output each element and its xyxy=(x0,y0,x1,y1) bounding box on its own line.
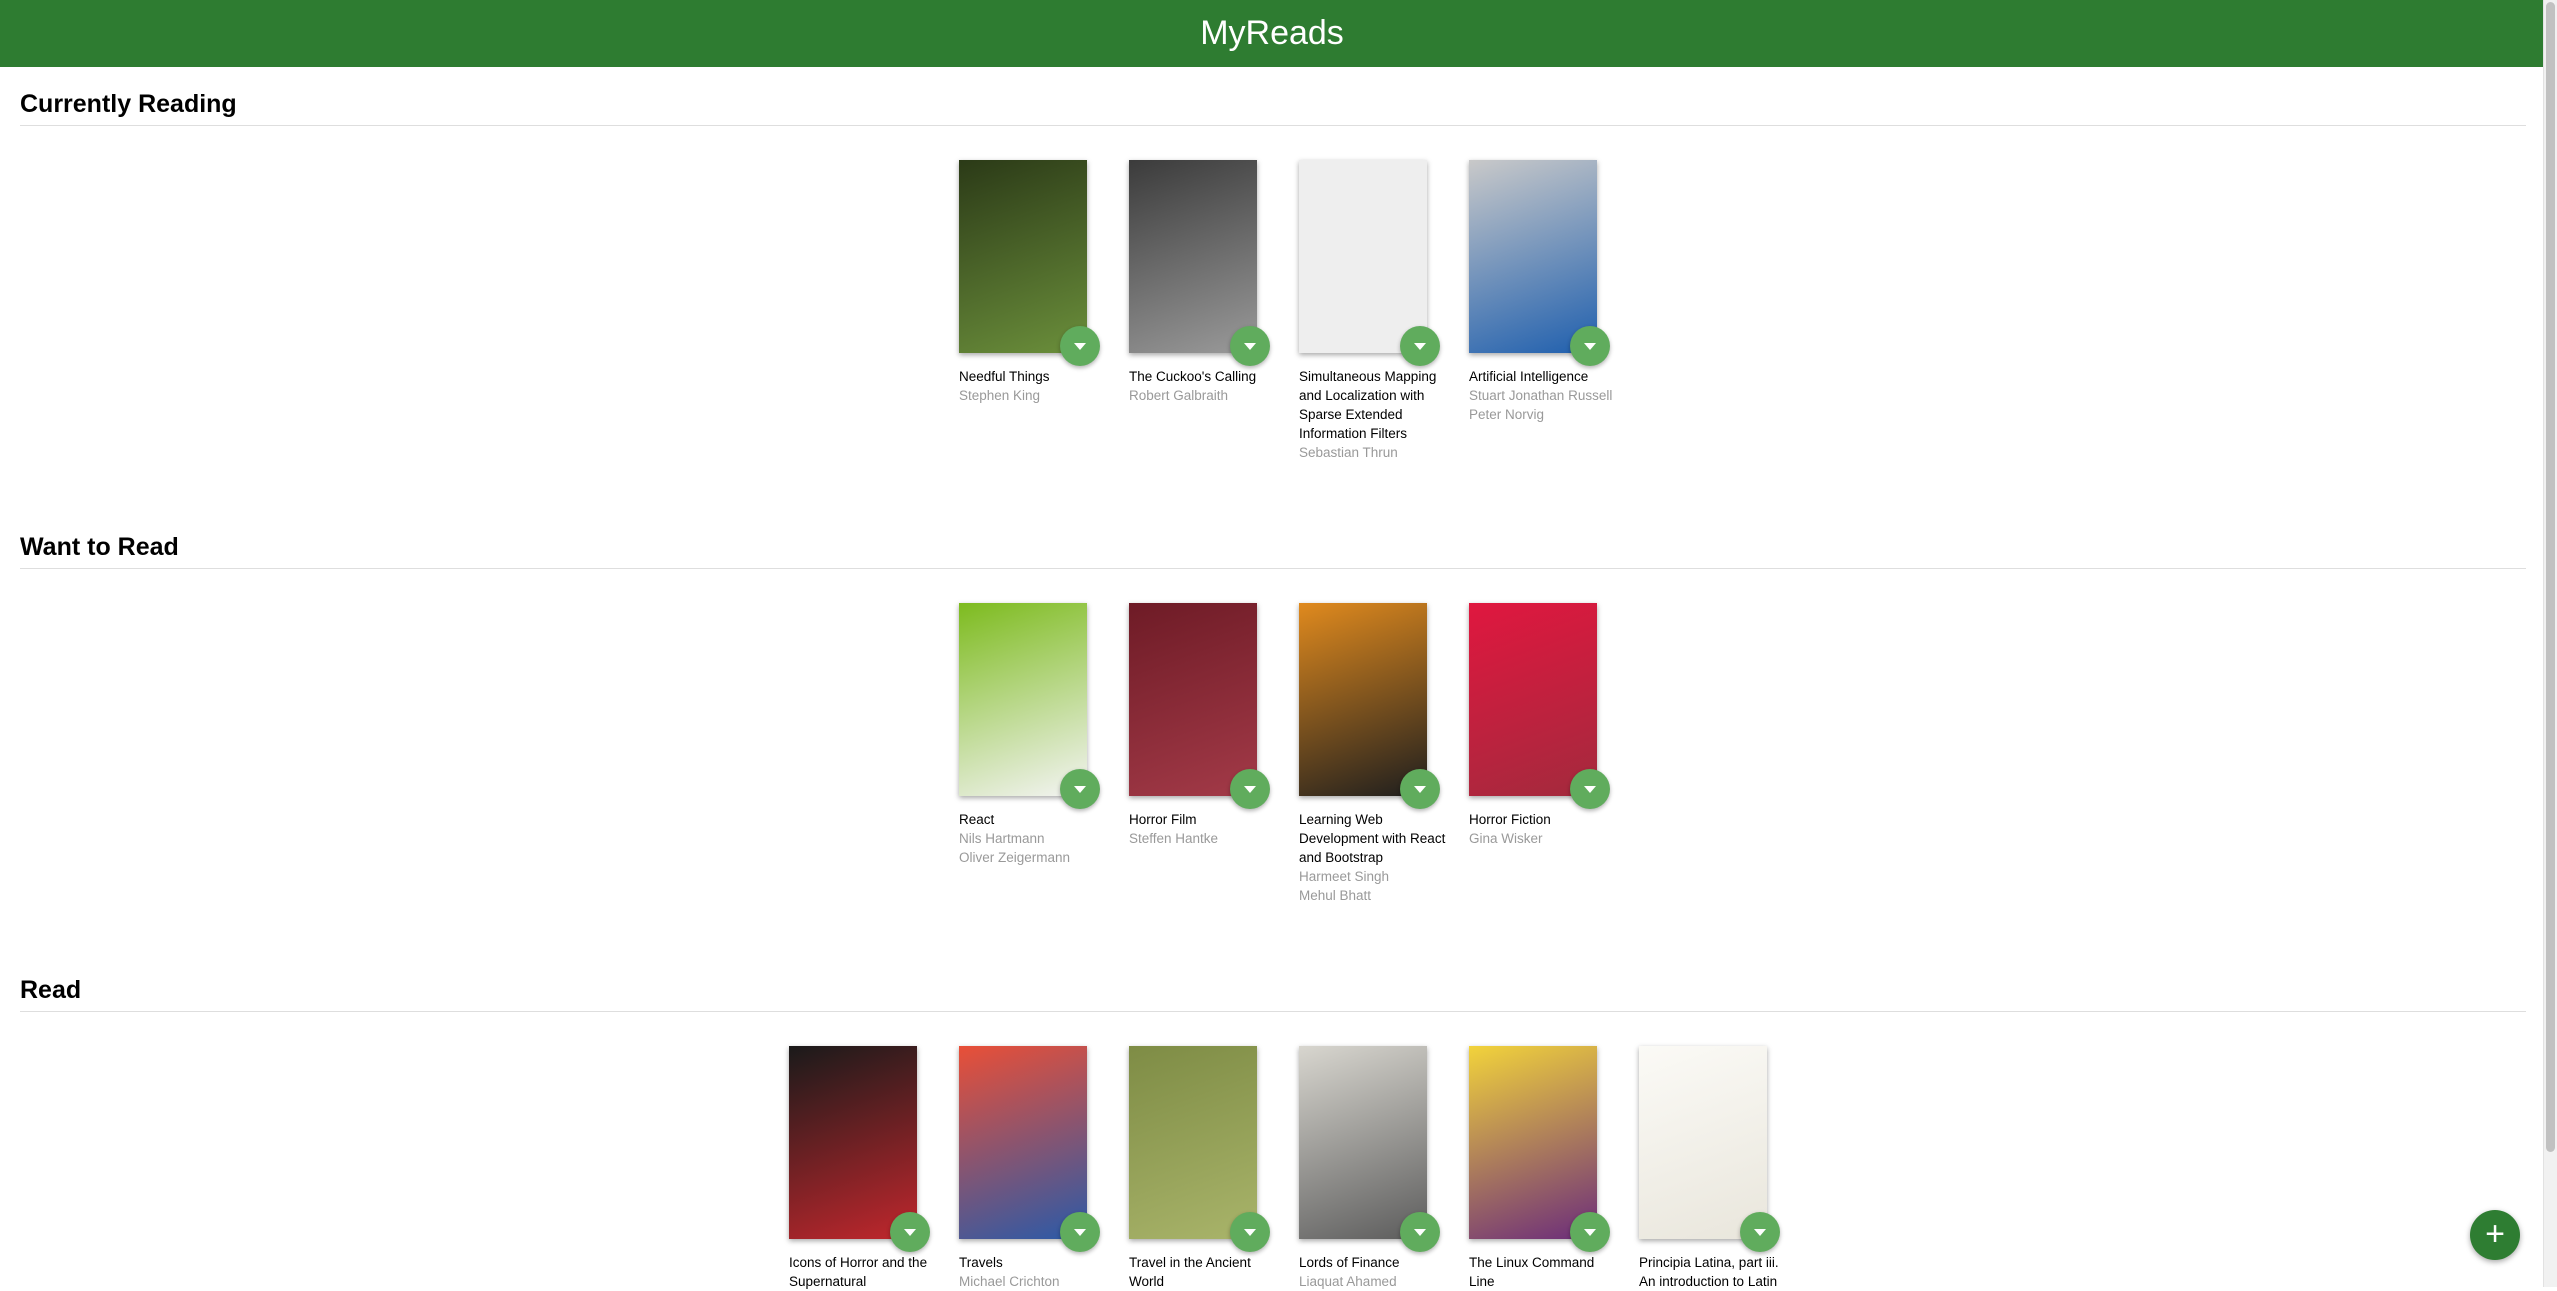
triangle-down-icon xyxy=(904,1228,916,1236)
book-title-text: Principia Latina, part iii. An introduct… xyxy=(1639,1255,1779,1289)
book-title-text: Horror Fiction xyxy=(1469,812,1551,827)
book-cover xyxy=(959,603,1087,796)
book-author: Stuart Jonathan Russell xyxy=(1469,388,1613,403)
app-header: MyReads xyxy=(0,0,2544,67)
book-author: Steffen Hantke xyxy=(1129,831,1219,846)
book-title-text: Needful Things xyxy=(959,369,1050,384)
triangle-down-icon xyxy=(1584,785,1596,793)
triangle-down-icon xyxy=(1754,1228,1766,1236)
book-author: Mehul Bhatt xyxy=(1299,888,1372,903)
book-title-text: React xyxy=(959,812,995,827)
book-title-text: The Linux Command Line xyxy=(1469,1255,1595,1289)
triangle-down-icon xyxy=(1414,785,1426,793)
book-title-text: The Cuckoo's Calling xyxy=(1129,369,1257,384)
book-title: Simultaneous Mapping and Localization wi… xyxy=(1299,367,1451,462)
book-shelf-changer[interactable] xyxy=(1400,326,1440,366)
bookshelf: Read Icons of Horror and the Supernatural… xyxy=(20,976,2526,1289)
bookshelf: Currently Reading Needful Things Stephen K… xyxy=(20,90,2526,460)
book-author: Robert Galbraith xyxy=(1129,388,1229,403)
book-author: Stephen King xyxy=(959,388,1041,403)
book-shelf-changer[interactable] xyxy=(1740,1212,1780,1252)
book-shelf-changer[interactable] xyxy=(1400,769,1440,809)
triangle-down-icon xyxy=(1074,1228,1086,1236)
book-title: Travels Michael Crichton xyxy=(959,1253,1111,1291)
triangle-down-icon xyxy=(1074,785,1086,793)
book-title-text: Simultaneous Mapping and Localization wi… xyxy=(1299,369,1437,441)
triangle-down-icon xyxy=(1244,785,1256,793)
book-cover xyxy=(1639,1046,1767,1239)
book-title: Travel in the Ancient World xyxy=(1129,1253,1281,1291)
triangle-down-icon xyxy=(1414,342,1426,350)
book-title: Horror Film Steffen Hantke xyxy=(1129,810,1281,848)
book-title-text: Artificial Intelligence xyxy=(1469,369,1589,384)
book-cover xyxy=(1299,603,1427,796)
book-title: Artificial Intelligence Stuart Jonathan R… xyxy=(1469,367,1621,424)
book-author: Harmeet Singh xyxy=(1299,869,1390,884)
book-cover xyxy=(959,1046,1087,1239)
triangle-down-icon xyxy=(1584,1228,1596,1236)
triangle-down-icon xyxy=(1584,342,1596,350)
book-shelf-changer[interactable] xyxy=(1570,326,1610,366)
book-title: The Cuckoo's Calling Robert Galbraith xyxy=(1129,367,1281,405)
book-cover xyxy=(959,160,1087,353)
book-shelf-changer[interactable] xyxy=(1400,1212,1440,1252)
book-author: Gina Wisker xyxy=(1469,831,1543,846)
triangle-down-icon xyxy=(1244,1228,1256,1236)
book-cover xyxy=(789,1046,917,1239)
book-shelf-changer[interactable] xyxy=(1230,326,1270,366)
add-book-button[interactable]: + xyxy=(2470,1210,2520,1260)
book-author: Peter Norvig xyxy=(1469,407,1545,422)
book-title: Needful Things Stephen King xyxy=(959,367,1111,405)
app-title: MyReads xyxy=(1200,14,1344,52)
book-cover xyxy=(1469,603,1597,796)
book-title: React Nils Hartmann Oliver Zeigermann xyxy=(959,810,1111,867)
book-author: Liaquat Ahamed xyxy=(1299,1274,1397,1289)
book-author: Nils Hartmann xyxy=(959,831,1045,846)
book-cover xyxy=(1469,1046,1597,1239)
book-title-text: Lords of Finance xyxy=(1299,1255,1400,1270)
scrollbar[interactable] xyxy=(2543,0,2557,1287)
book-title-text: Travel in the Ancient World xyxy=(1129,1255,1251,1289)
book-title-text: Travels xyxy=(959,1255,1003,1270)
book-cover xyxy=(1299,160,1427,353)
book-title: Lords of Finance Liaquat Ahamed xyxy=(1299,1253,1451,1291)
scrollbar-thumb[interactable] xyxy=(2546,2,2555,1152)
book-cover xyxy=(1129,1046,1257,1239)
book-shelf-changer[interactable] xyxy=(1570,1212,1610,1252)
book-title: Principia Latina, part iii. An introduct… xyxy=(1639,1253,1791,1291)
book-title-text: Icons of Horror and the Supernatural xyxy=(789,1255,928,1289)
bookshelf: Want to Read React Nils Hartmann Oliver Zei… xyxy=(20,533,2526,903)
book-author: Oliver Zeigermann xyxy=(959,850,1071,865)
book-shelf-changer[interactable] xyxy=(1570,769,1610,809)
book-shelf-changer[interactable] xyxy=(890,1212,930,1252)
triangle-down-icon xyxy=(1244,342,1256,350)
book-title-text: Horror Film xyxy=(1129,812,1197,827)
plus-icon: + xyxy=(2485,1215,2505,1253)
book-cover xyxy=(1129,160,1257,353)
book-shelf-changer[interactable] xyxy=(1060,1212,1100,1252)
book-cover xyxy=(1299,1046,1427,1239)
book-author: Sebastian Thrun xyxy=(1299,445,1398,460)
book-shelf-changer[interactable] xyxy=(1230,1212,1270,1252)
book-shelf-changer[interactable] xyxy=(1230,769,1270,809)
triangle-down-icon xyxy=(1414,1228,1426,1236)
bookshelf-title: Want to Read xyxy=(20,533,2526,569)
book-shelf-changer[interactable] xyxy=(1060,326,1100,366)
book-title: Horror Fiction Gina Wisker xyxy=(1469,810,1621,848)
bookshelf-title: Currently Reading xyxy=(20,90,2526,126)
book-shelf-changer[interactable] xyxy=(1060,769,1100,809)
bookshelf-title: Read xyxy=(20,976,2526,1012)
book-title: Icons of Horror and the Supernatural xyxy=(789,1253,941,1291)
book-cover xyxy=(1129,603,1257,796)
book-title: The Linux Command Line xyxy=(1469,1253,1621,1291)
book-author: Michael Crichton xyxy=(959,1274,1060,1289)
triangle-down-icon xyxy=(1074,342,1086,350)
book-title-text: Learning Web Development with React and … xyxy=(1299,812,1446,865)
book-cover xyxy=(1469,160,1597,353)
book-title: Learning Web Development with React and … xyxy=(1299,810,1451,905)
